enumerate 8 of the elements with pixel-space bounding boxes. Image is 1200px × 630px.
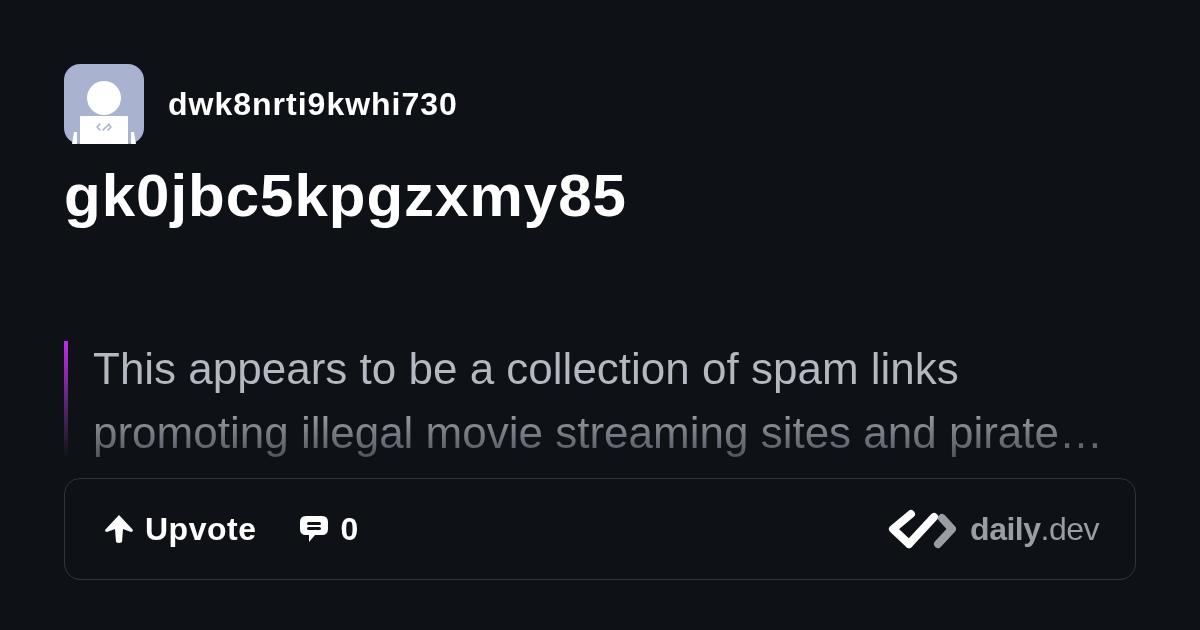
upvote-arrow-icon: [103, 513, 135, 545]
post-title: gk0jbc5kpgzxmy85: [64, 164, 628, 228]
upvote-button[interactable]: Upvote: [103, 511, 257, 547]
logo-wordmark: daily.dev: [970, 510, 1099, 549]
comments-button[interactable]: 0: [298, 511, 359, 547]
avatar-icon: [64, 64, 144, 144]
username[interactable]: dwk8nrti9kwhi730: [168, 80, 458, 128]
logo-icon: [887, 508, 959, 550]
